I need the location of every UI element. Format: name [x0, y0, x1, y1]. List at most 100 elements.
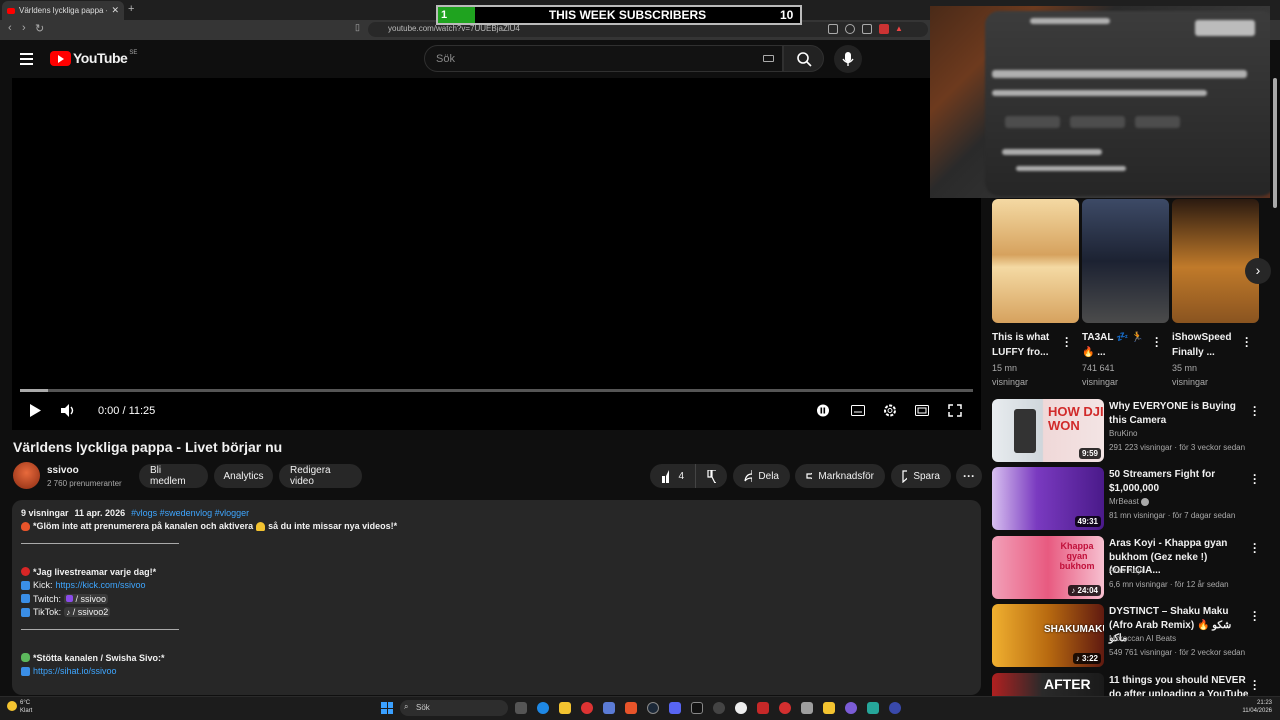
recommendation-thumbnail[interactable]: SHAKUMAKU ♪ 3:22: [992, 604, 1104, 667]
autoplay-toggle-icon[interactable]: [816, 404, 830, 417]
recommendation-title[interactable]: 11 things you should NEVER do after uplo…: [1109, 674, 1249, 696]
recommendation-item[interactable]: AFTER 11 things you should NEVER do afte…: [992, 673, 1272, 696]
app-icon[interactable]: [867, 702, 879, 714]
search-button[interactable]: [783, 45, 824, 72]
hamburger-menu-icon[interactable]: [20, 53, 33, 68]
play-icon[interactable]: [28, 404, 42, 417]
more-actions-button[interactable]: ···: [956, 464, 982, 488]
close-tab-icon[interactable]: ✕: [111, 5, 119, 16]
keyboard-icon[interactable]: [763, 55, 774, 62]
obs-icon[interactable]: [735, 702, 747, 714]
page-scrollbar[interactable]: [1273, 78, 1277, 208]
twitch-handle-chip[interactable]: / ssivoo: [64, 593, 109, 604]
recommendation-channel[interactable]: Aras Koyi: [1109, 566, 1143, 575]
volume-icon[interactable]: [61, 404, 75, 417]
like-button[interactable]: 4: [650, 464, 695, 488]
short-title-2[interactable]: TA3AL 💤 🏃 🔥 ...: [1082, 330, 1152, 360]
description-box[interactable]: 9 visningar 11 apr. 2026 #vlogs #swedenv…: [12, 500, 981, 695]
youtube-logo[interactable]: YouTube SE: [50, 50, 137, 66]
divider: [21, 629, 179, 630]
dislike-button[interactable]: [695, 464, 727, 488]
short-thumbnail-1[interactable]: [992, 199, 1079, 323]
share-button[interactable]: Dela: [733, 464, 790, 488]
browser-tab[interactable]: Världens lyckliga pappa - Livet b ✕: [2, 1, 124, 20]
promote-button[interactable]: Marknadsför: [795, 464, 885, 488]
forward-icon[interactable]: ›: [22, 22, 26, 34]
join-button[interactable]: Bli medlem: [139, 464, 208, 488]
zoom-icon[interactable]: [845, 24, 855, 34]
settings-gear-icon[interactable]: [883, 404, 897, 417]
pdf-icon[interactable]: [757, 702, 769, 714]
recommendation-more-icon[interactable]: · · ·: [1253, 469, 1257, 489]
taskbar-search[interactable]: Sök: [400, 700, 508, 716]
video-player[interactable]: [12, 78, 981, 430]
kick-link[interactable]: https://kick.com/ssivoo: [56, 580, 146, 590]
shorts-next-button[interactable]: ›: [1245, 258, 1271, 284]
weather-widget[interactable]: 6°C Klart: [20, 699, 32, 715]
recommendation-more-icon[interactable]: · · ·: [1253, 538, 1257, 558]
voice-search-button[interactable]: [834, 45, 862, 73]
recommendation-thumbnail[interactable]: 49:31: [992, 467, 1104, 530]
file-explorer-icon[interactable]: [559, 702, 571, 714]
windows-start-icon[interactable]: [381, 702, 393, 714]
store-icon[interactable]: [603, 702, 615, 714]
recommendation-item[interactable]: 49:31 50 Streamers Fight for $1,000,000 …: [992, 467, 1272, 531]
recommendation-more-icon[interactable]: · · ·: [1253, 675, 1257, 695]
short-thumbnail-2[interactable]: [1082, 199, 1169, 323]
save-button[interactable]: Spara: [891, 464, 951, 488]
short-thumbnail-3[interactable]: [1172, 199, 1259, 323]
search-input[interactable]: Sök: [424, 45, 783, 72]
channel-avatar[interactable]: [13, 462, 40, 489]
short-title-3[interactable]: iShowSpeed Finally ...: [1172, 330, 1242, 360]
opera-icon[interactable]: [779, 702, 791, 714]
recommendation-item[interactable]: SHAKUMAKU ♪ 3:22 DYSTINCT – Shaku Maku (…: [992, 604, 1272, 668]
recommendation-item[interactable]: HOW DJI WON 9:59 Why EVERYONE is Buying …: [992, 399, 1272, 463]
channel-name[interactable]: ssivoo: [47, 465, 79, 476]
edge-icon[interactable]: [537, 702, 549, 714]
support-link[interactable]: https://sihat.io/ssivoo: [33, 666, 117, 676]
short-more-icon[interactable]: · · ·: [1065, 332, 1069, 352]
reload-icon[interactable]: ↻: [35, 22, 44, 35]
short-more-icon[interactable]: · · ·: [1155, 332, 1159, 352]
recommendation-channel[interactable]: BruKino: [1109, 429, 1137, 438]
rewards-icon[interactable]: ▲: [895, 24, 905, 34]
hashtags[interactable]: #vlogs #swedenvlog #vlogger: [131, 508, 249, 518]
brave-shield-icon[interactable]: [879, 24, 889, 34]
taskbar-clock[interactable]: 21:23 11/04/2026: [1222, 699, 1272, 715]
recommendation-more-icon[interactable]: · · ·: [1253, 401, 1257, 421]
brave-icon[interactable]: [625, 702, 637, 714]
app-icon[interactable]: [801, 702, 813, 714]
recommendation-more-icon[interactable]: · · ·: [1253, 606, 1257, 626]
short-title-1[interactable]: This is what LUFFY fro...: [992, 330, 1062, 360]
app-icon[interactable]: [713, 702, 725, 714]
fullscreen-icon[interactable]: [948, 404, 962, 417]
recommendation-title[interactable]: 50 Streamers Fight for $1,000,000: [1109, 468, 1249, 495]
app-icon[interactable]: [889, 702, 901, 714]
progress-bar[interactable]: [20, 389, 973, 392]
recommendation-thumbnail[interactable]: Khappa gyan bukhom ♪ 24:04: [992, 536, 1104, 599]
recommendation-channel[interactable]: Moroccan AI Beats: [1109, 634, 1176, 643]
bookmark-icon[interactable]: ▯: [355, 22, 360, 33]
back-icon[interactable]: ‹: [8, 22, 12, 34]
steam-icon[interactable]: [647, 702, 659, 714]
recommendation-thumbnail[interactable]: HOW DJI WON 9:59: [992, 399, 1104, 462]
new-tab-icon[interactable]: +: [128, 3, 134, 15]
recommendation-item[interactable]: Khappa gyan bukhom ♪ 24:04 Aras Koyi - K…: [992, 536, 1272, 600]
recommendation-channel[interactable]: MrBeast: [1109, 497, 1150, 506]
theater-mode-icon[interactable]: [915, 404, 929, 417]
folder-icon[interactable]: [823, 702, 835, 714]
cast-icon[interactable]: [828, 24, 838, 34]
short-more-icon[interactable]: · · ·: [1245, 332, 1249, 352]
tiktok-app-icon[interactable]: [691, 702, 703, 714]
task-view-icon[interactable]: [515, 702, 527, 714]
tiktok-handle-chip[interactable]: ♪ / ssivoo2: [64, 607, 111, 618]
recommendation-title[interactable]: Why EVERYONE is Buying this Camera: [1109, 400, 1249, 427]
subtitles-icon[interactable]: [851, 404, 865, 417]
share-page-icon[interactable]: [862, 24, 872, 34]
recommendation-thumbnail[interactable]: AFTER: [992, 673, 1104, 696]
discord-icon[interactable]: [669, 702, 681, 714]
edit-video-button[interactable]: Redigera video: [279, 464, 362, 488]
analytics-button[interactable]: Analytics: [214, 464, 273, 488]
chrome-icon[interactable]: [581, 702, 593, 714]
app-icon[interactable]: [845, 702, 857, 714]
